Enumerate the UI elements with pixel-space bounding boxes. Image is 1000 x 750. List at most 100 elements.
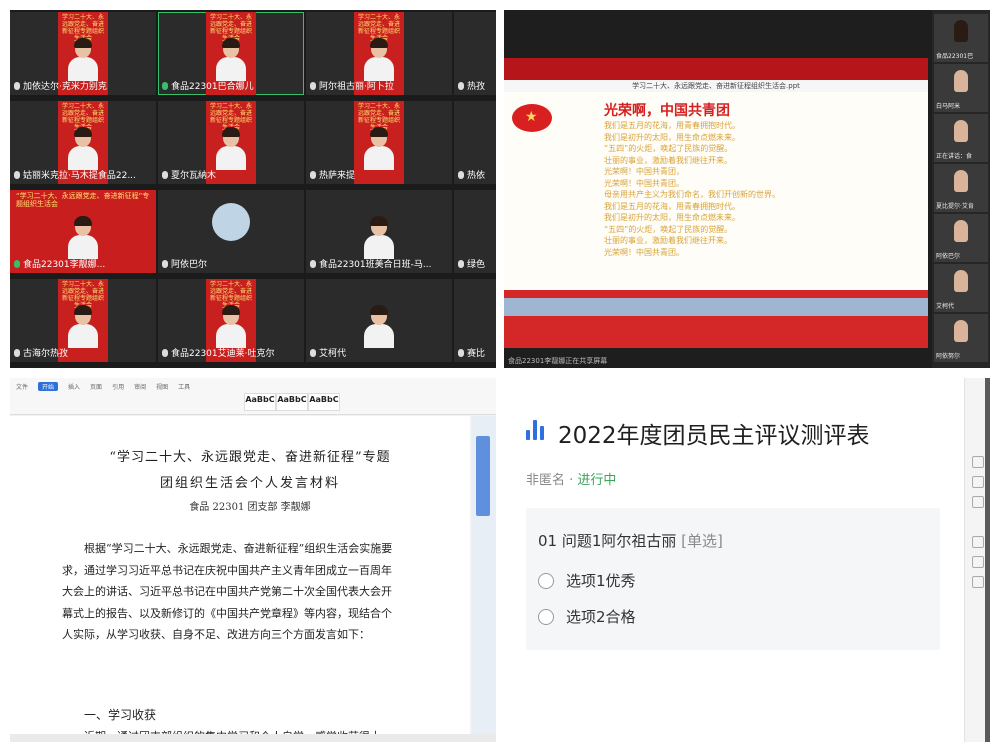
ribbon-tab[interactable]: 审阅 [134,382,146,391]
participant-tile[interactable]: 学习二十大、永远跟党走、奋进新征程专题组织生活会姑丽米克拉·马木提食品22... [10,101,156,184]
participant-name-text: 加依达尔·克米力别克 [23,82,107,92]
status-bar [10,734,496,742]
style-preset-3[interactable]: AaBbC [308,393,340,411]
participant-name: 食品22301巴合娜儿 [162,79,254,92]
rail-settings-icon[interactable] [972,536,984,548]
sidebar-participant-name: 艾柯代 [936,303,955,310]
participant-name-text: 热萨来提 [319,171,356,181]
participant-tile[interactable]: 食品22301班美合日班-马... [306,190,452,273]
style-preset-1[interactable]: AaBbC [244,393,276,411]
participant-video [954,120,968,142]
participant-tile[interactable]: 艾柯代 [306,279,452,362]
ribbon-tab[interactable]: 开始 [38,382,59,391]
participant-tile[interactable]: 阿依巴尔 [158,190,304,273]
ppt-file-title: 学习二十大、永远跟党走、奋进新征程组织生活会.ppt [504,80,928,92]
doc-paragraph-1: 根据“学习二十大、永远跟党走、奋进新征程”组织生活会实施要求，通过学习习近平总书… [62,542,393,641]
participant-name-text: 阿依巴尔 [171,260,208,270]
microphone-icon [14,259,20,268]
doc-side-pane[interactable] [472,416,496,736]
form-status-line: 非匿名 · 进行中 [526,469,616,488]
anon-label: 非匿名 · [526,473,578,488]
option-label: 选项1优秀 [566,572,636,590]
participant-name: 热依 [458,168,485,181]
ribbon-tab[interactable]: 文件 [16,382,28,391]
sidebar-participant[interactable]: 艾柯代 [934,264,988,312]
sidebar-participant[interactable]: 食品22301巴 [934,14,988,62]
participant-video [364,38,394,81]
microphone-icon [14,81,20,90]
participant-tile[interactable]: 热孜 [454,12,496,95]
avatar [212,203,250,241]
participant-tile[interactable]: 学习二十大、永远跟党走、奋进新征程专题组织生活会食品22301艾迪莱·吐克尔 [158,279,304,362]
participant-tile[interactable]: 热依 [454,101,496,184]
ribbon-tab[interactable]: 视图 [156,382,168,391]
participant-video [954,220,968,242]
sidebar-participant[interactable]: 阿依巴尔 [934,214,988,262]
document-editor-panel: 文件 开始 插入 页面 引用 审阅 视图 工具 AaBbC AaBbC AaBbC “学习二十… [10,378,496,742]
scrollbar[interactable] [985,378,990,742]
survey-form-panel: 2022年度团员民主评议测评表 非匿名 · 进行中 01 问题1阿尔祖古丽 [单… [504,378,990,742]
sidebar-participant[interactable]: 白马阿米 [934,64,988,112]
participant-video [68,127,98,170]
participant-tile[interactable]: 学习二十大、永远跟党走、奋进新征程专题组织生活会古海尔热孜 [10,279,156,362]
scrollbar-thumb[interactable] [476,436,490,516]
participant-tile[interactable]: 学习二十大、永远跟党走、奋进新征程专题组织生活会热萨来提 [306,101,452,184]
participant-video [68,216,98,259]
rail-edit-icon[interactable] [972,476,984,488]
ribbon-tab[interactable]: 引用 [112,382,124,391]
rail-share-icon[interactable] [972,496,984,508]
document-page[interactable]: “学习二十大、永远跟党走、奋进新征程”专题 团组织生活会个人发言材料 食品 22… [10,416,470,742]
participant-name: 阿依巴尔 [162,257,207,270]
participant-name: 加依达尔·克米力别克 [14,79,107,92]
microphone-icon [14,170,20,179]
lyric-line: 我们是五月的花海，用青春拥抱时代。 [604,201,740,211]
ribbon-tab[interactable]: 工具 [178,382,190,391]
participant-name: 阿尔祖古丽·阿卜拉 [310,79,394,92]
sidebar-participant[interactable]: 正在讲话：食 [934,114,988,162]
rail-chart-icon[interactable] [972,556,984,568]
rail-tool-icon[interactable] [972,456,984,468]
question-card: 01 问题1阿尔祖古丽 [单选] 选项1优秀 选项2合格 [526,508,940,650]
participant-tile[interactable]: 赛比 [454,279,496,362]
participant-video [68,38,98,81]
sidebar-participant-name: 夏比提尔·艾肯 [936,203,974,210]
style-preset-2[interactable]: AaBbC [276,393,308,411]
radio-icon[interactable] [538,572,554,589]
participant-name-text: 热孜 [467,82,486,92]
microphone-icon [310,259,316,268]
participant-name-text: 食品22301艾迪莱·吐克尔 [171,349,275,359]
microphone-icon [458,170,464,179]
participant-tile[interactable]: 学习二十大、永远跟党走、奋进新征程专题组织生活会阿尔祖古丽·阿卜拉 [306,12,452,95]
video-grid-panel: 学习二十大、永远跟党走、奋进新征程专题组织生活会加依达尔·克米力别克学习二十大、… [10,10,496,368]
sidebar-participant-name: 正在讲话：食 [936,153,973,160]
microphone-icon [162,170,168,179]
share-caption: 食品22301李靓娜正在共享屏幕 [508,357,608,365]
radio-icon[interactable] [538,608,554,625]
participant-tile[interactable]: 绿色 [454,190,496,273]
participant-tile[interactable]: 学习二十大、永远跟党走、奋进新征程专题组织生活会食品22301巴合娜儿 [158,12,304,95]
ribbon-toolbar: 文件 开始 插入 页面 引用 审阅 视图 工具 AaBbC AaBbC AaBbC [10,378,496,415]
rail-copy-icon[interactable] [972,576,984,588]
participant-name-text: 绿色 [467,260,486,270]
participant-name-text: 食品22301李靓娜... [23,260,106,270]
sidebar-participant[interactable]: 阿依努尔 [934,314,988,362]
participant-tile[interactable]: 学习二十大、永远跟党走、奋进新征程专题组织生活会夏尔瓦納木 [158,101,304,184]
ribbon-tab[interactable]: 插入 [68,382,80,391]
ribbon-tabs[interactable]: 文件 开始 插入 页面 引用 审阅 视图 工具 [16,382,190,391]
participant-video [364,127,394,170]
lyric-line: 光荣啊！中国共青团。 [604,247,684,257]
sidebar-participant-name: 阿依努尔 [936,353,961,360]
participant-video [216,305,246,348]
participant-tile[interactable]: “学习二十大、永远跟党走、奋进新征程”专题组织生活会 食品22301李靓娜... [10,190,156,273]
lyric-line: 光荣啊！中国共青团。 [604,178,684,188]
microphone-icon [458,348,464,357]
participant-sidebar[interactable]: 食品22301巴 白马阿米正在讲话：食 夏比提尔·艾肯 阿依巴尔艾柯代阿依努尔 [932,10,990,368]
participant-video [954,20,968,42]
participant-name: 食品22301班美合日班-马... [310,257,431,270]
sidebar-participant-name: 阿依巴尔 [936,253,961,260]
participant-tile[interactable]: 学习二十大、永远跟党走、奋进新征程专题组织生活会加依达尔·克米力别克 [10,12,156,95]
option-pass[interactable]: 选项2合格 [538,606,636,627]
sidebar-participant[interactable]: 夏比提尔·艾肯 [934,164,988,212]
ribbon-tab[interactable]: 页面 [90,382,102,391]
option-excellent[interactable]: 选项1优秀 [538,570,636,591]
